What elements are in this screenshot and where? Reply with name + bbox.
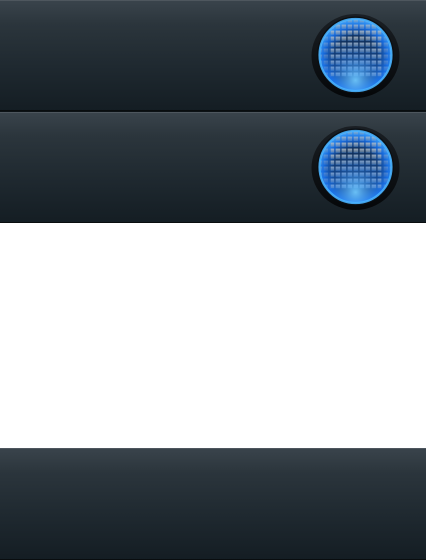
bottom-panel [0,448,426,560]
orb-button-2[interactable] [311,124,400,210]
middle-panel [0,112,426,223]
orb-button-1[interactable] [311,12,400,98]
top-panel [0,0,426,111]
blue-grid-orb-icon [311,126,400,210]
blue-grid-orb-icon [311,14,400,98]
